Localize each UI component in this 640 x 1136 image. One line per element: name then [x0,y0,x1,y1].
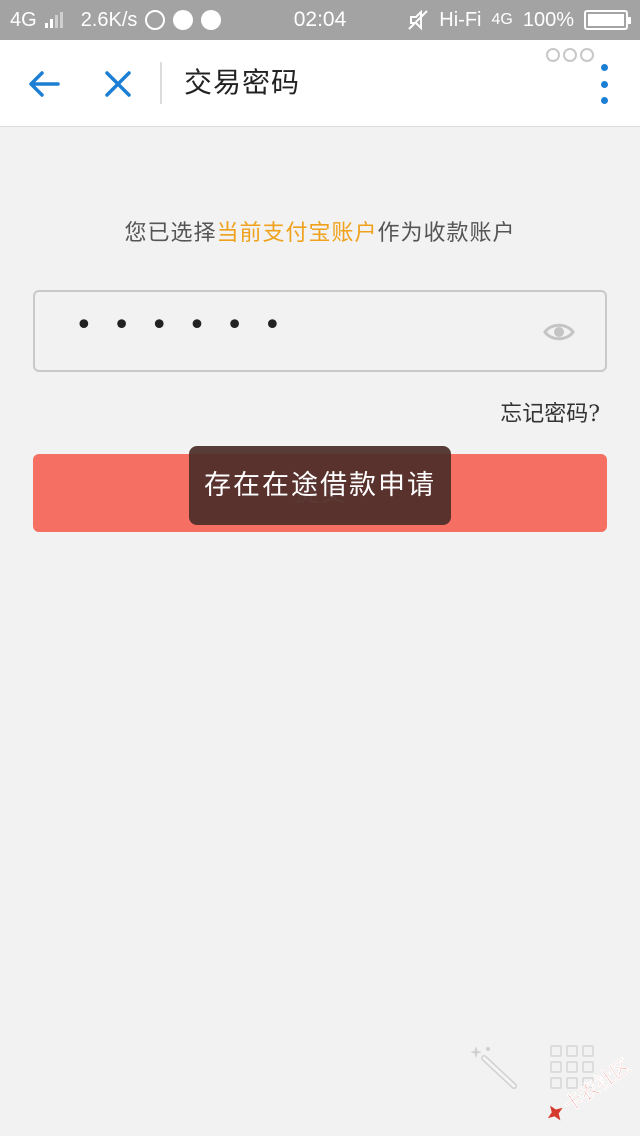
page-title: 交易密码 [184,66,301,99]
status-bar-right: Hi-Fi 4G 100% [407,0,631,40]
more-vertical-icon [600,64,608,71]
magic-wand-icon[interactable] [468,1044,520,1092]
network-type-right: 4G [491,11,513,28]
back-button[interactable] [18,58,70,110]
hint-suffix: 作为收款账户 [377,221,516,246]
nav-divider [160,62,162,104]
loading-indicator [546,48,594,62]
forgot-password-link[interactable]: 忘记密码? [500,396,600,428]
more-menu-button[interactable] [594,64,614,104]
hint-highlight: 当前支付宝账户 [216,221,378,246]
account-hint: 您已选择当前支付宝账户作为收款账户 [0,215,640,247]
toast-message: 存在在途借款申请 [189,446,451,525]
status-bar: 4G 2.6K/s 02:04 Hi-Fi 4G 100% [0,0,640,40]
password-value: •••••• [75,308,302,343]
close-icon [105,71,131,97]
arrow-left-icon [29,71,60,97]
battery-level [588,14,624,26]
show-password-toggle[interactable] [543,320,575,344]
password-field[interactable]: •••••• [33,290,607,372]
navigation-bar: 交易密码 [0,40,640,127]
eye-icon [543,323,575,341]
close-button[interactable] [92,58,144,110]
battery-icon [584,10,631,30]
vibrate-mute-icon [407,9,429,31]
hint-prefix: 您已选择 [124,221,217,246]
hifi-label: Hi-Fi [439,8,482,31]
battery-percent: 100% [522,8,574,31]
